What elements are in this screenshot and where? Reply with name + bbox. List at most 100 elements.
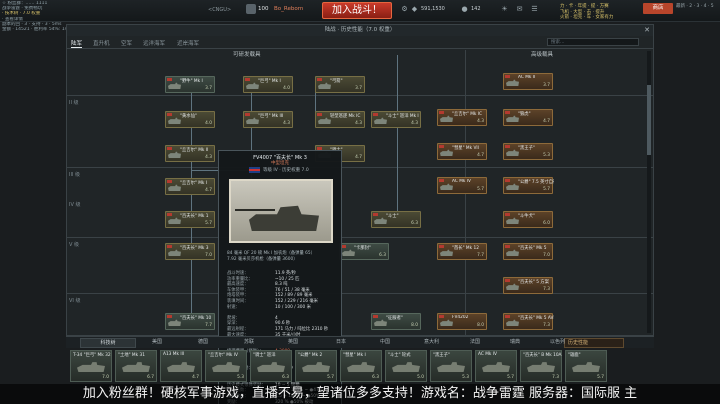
vehicle-node[interactable]: "丘吉尔" Mk I 4.7 — [165, 178, 215, 195]
premium-vehicle-node[interactable]: "酋长" Mk 12 7.7 — [437, 243, 487, 260]
rank-label: III 级 — [69, 172, 81, 178]
node-br: 4.0 — [283, 86, 290, 91]
node-br: 6.0 — [543, 221, 550, 226]
tab-ground[interactable]: 陆军 — [71, 39, 83, 48]
premium-vehicle-node[interactable]: "黑王子" 5.3 — [503, 143, 553, 160]
crew-slot[interactable]: "黑王子" 5.3 — [430, 350, 472, 382]
node-br: 8.0 — [411, 323, 418, 328]
node-br: 4.7 — [205, 188, 212, 193]
chat-icon[interactable]: ☰ — [530, 5, 539, 14]
slot-vehicle-name: "百夫长" B Mk 10A — [523, 353, 562, 358]
country-tab[interactable]: 德国 — [198, 338, 208, 345]
country-tab[interactable]: 法国 — [470, 338, 480, 345]
shop-button[interactable]: 商店 — [643, 3, 673, 14]
flag-icon — [373, 213, 378, 216]
slot-br: 5.7 — [327, 375, 334, 380]
premium-vehicle-node[interactable]: "百夫长" 5 方案 7.3 — [503, 277, 553, 294]
crew-slot[interactable]: "斗士" 轮式 5.0 — [385, 350, 427, 382]
vehicle-node[interactable]: "丘吉尔" Mk II 4.3 — [165, 145, 215, 162]
game-mode-select[interactable]: 历史性能 — [564, 338, 624, 348]
banner-line: 火箭 · 坦克 · 车 · 女家有力 — [560, 15, 614, 20]
premium-vehicle-node[interactable]: AC Mk II 3.7 — [503, 73, 553, 90]
premium-vehicle-node[interactable]: "彗星" Mk VII 4.7 — [437, 143, 487, 160]
vehicle-node[interactable]: "弓箭" 3.7 — [315, 76, 365, 93]
country-tab[interactable]: 以色列 — [550, 338, 565, 345]
flag-icon — [439, 111, 444, 114]
banner-line: 力 · 卡 · 年提 · 提 · 方赛 — [560, 4, 609, 9]
crew-slot[interactable]: "彗星" Mk I 6.3 — [340, 350, 382, 382]
vehicle-node[interactable]: "卡那封" 6.3 — [339, 243, 389, 260]
vehicle-node[interactable]: "百夫长" Mk 1 5.7 — [165, 211, 215, 228]
node-name: "百夫长" Mk 5 — [518, 246, 547, 251]
flag-icon — [167, 315, 172, 318]
vehicle-node[interactable]: 轻型巡逻 Mk IC 4.3 — [315, 111, 365, 128]
search-input[interactable]: 搜索… — [547, 38, 639, 46]
flag-icon — [373, 113, 378, 116]
vehicle-node[interactable]: "征服者" 8.0 — [371, 313, 421, 330]
tab-coastal[interactable]: 近岸海军 — [177, 39, 199, 47]
flag-icon — [505, 315, 510, 318]
silver-lion-icon: ◆ — [411, 5, 418, 13]
slot-vehicle-name: "丘吉尔" Mk IV — [208, 353, 238, 358]
premium-vehicle-node[interactable]: "狼虎" 4.7 — [503, 109, 553, 126]
premium-vehicle-node[interactable]: "百夫长" Mk 5 AVRE 7.3 — [503, 313, 554, 330]
vehicle-node[interactable]: "巨弓" Mk III 4.3 — [243, 111, 293, 128]
node-br: 8.0 — [477, 323, 484, 328]
crew-slot[interactable]: "土地" Mk 31 6.7 — [115, 350, 157, 382]
vehicle-node[interactable]: "百夫长" Mk 10 7.7 — [165, 313, 215, 330]
avatar[interactable] — [246, 4, 256, 14]
crew-slot[interactable]: "百夫长" B Mk 10A 7.3 — [520, 350, 562, 382]
node-name: "弓箭" — [330, 79, 343, 84]
vehicle-node[interactable]: "野牛" Mk I 3.7 — [165, 76, 215, 93]
join-battle-button[interactable]: 加入战斗！ — [322, 2, 392, 19]
lightbulb-icon[interactable]: ☀ — [500, 5, 509, 14]
slot-vehicle-name: AC Mk IV — [478, 352, 497, 357]
premium-vehicle-node[interactable]: "公爵" 7.5 英寸自行榴 5.7 — [503, 177, 554, 194]
premium-vehicle-node[interactable]: "斗牛犬" 6.0 — [503, 211, 553, 228]
tab-air[interactable]: 空军 — [121, 39, 132, 47]
premium-vehicle-node[interactable]: "丘吉尔" Mk IC 4.3 — [437, 109, 487, 126]
country-tab[interactable]: 瑞典 — [510, 338, 520, 345]
crew-slot[interactable]: "骑士" 巡洋 6.3 — [250, 350, 292, 382]
crew-slot[interactable]: T-34 "巨弓" Mk 32 7.0 — [70, 350, 112, 382]
node-br: 7.7 — [477, 253, 484, 258]
rank-divider — [67, 237, 653, 238]
window-title: 陆战 · 历史性能（7.0 权重） — [67, 25, 653, 36]
crew-slot[interactable]: A13 Mk III 4.7 — [160, 350, 202, 382]
country-tab[interactable]: 中国 — [380, 338, 390, 345]
slot-vehicle-name: "骑士" 巡洋 — [253, 353, 276, 358]
scrollbar-thumb[interactable] — [647, 85, 651, 155]
country-tab[interactable]: 意大利 — [424, 338, 439, 345]
tech-tree-button[interactable]: 科技树 — [80, 338, 136, 348]
slot-br: 5.3 — [462, 375, 469, 380]
close-icon[interactable]: ✕ — [644, 26, 650, 34]
vehicle-node[interactable]: "斗士" 巡洋 Mk I 4.3 — [371, 111, 421, 128]
gear-icon[interactable]: ⚙ — [400, 5, 409, 14]
premium-vehicle-node[interactable]: FV4202 8.0 — [437, 313, 487, 330]
country-tab[interactable]: 美国 — [152, 338, 162, 345]
crew-slot[interactable]: "公爵" Mk 2 5.7 — [295, 350, 337, 382]
vehicle-node[interactable]: "黄水仙" 4.0 — [165, 111, 215, 128]
slot-br: 7.3 — [552, 375, 559, 380]
vehicle-node[interactable]: "百夫长" Mk 3 7.0 — [165, 243, 215, 260]
tank-icon — [437, 362, 465, 372]
crew-slot[interactable]: AC Mk IV 5.7 — [475, 350, 517, 382]
tab-helicopter[interactable]: 直升机 — [93, 39, 110, 47]
rank-divider — [67, 167, 653, 168]
crew-slot[interactable]: "丘吉尔" Mk IV 5.3 — [205, 350, 247, 382]
node-name: "巨弓" Mk III — [258, 114, 284, 119]
server-tag: <CNGU> — [208, 7, 232, 13]
node-name: "野牛" Mk I — [180, 79, 203, 84]
vehicle-node[interactable]: "巨弓" Mk I 4.0 — [243, 76, 293, 93]
slot-br: 5.0 — [417, 375, 424, 380]
tab-bluewater[interactable]: 远洋海军 — [143, 39, 165, 47]
player-nickname[interactable]: Bo_Reborn — [274, 6, 303, 12]
country-tab[interactable]: 日本 — [336, 338, 346, 345]
vehicle-node[interactable]: "斗士" 6.3 — [371, 211, 421, 228]
country-tab[interactable]: 苏联 — [244, 338, 254, 345]
premium-vehicle-node[interactable]: "百夫长" Mk 5 7.0 — [503, 243, 553, 260]
mail-icon[interactable]: ✉ — [515, 5, 524, 14]
country-tab[interactable]: 英国 — [288, 338, 298, 345]
crew-slot[interactable]: "雄鹿" 5.7 — [565, 350, 607, 382]
premium-vehicle-node[interactable]: AC Mk IV 5.7 — [437, 177, 487, 194]
